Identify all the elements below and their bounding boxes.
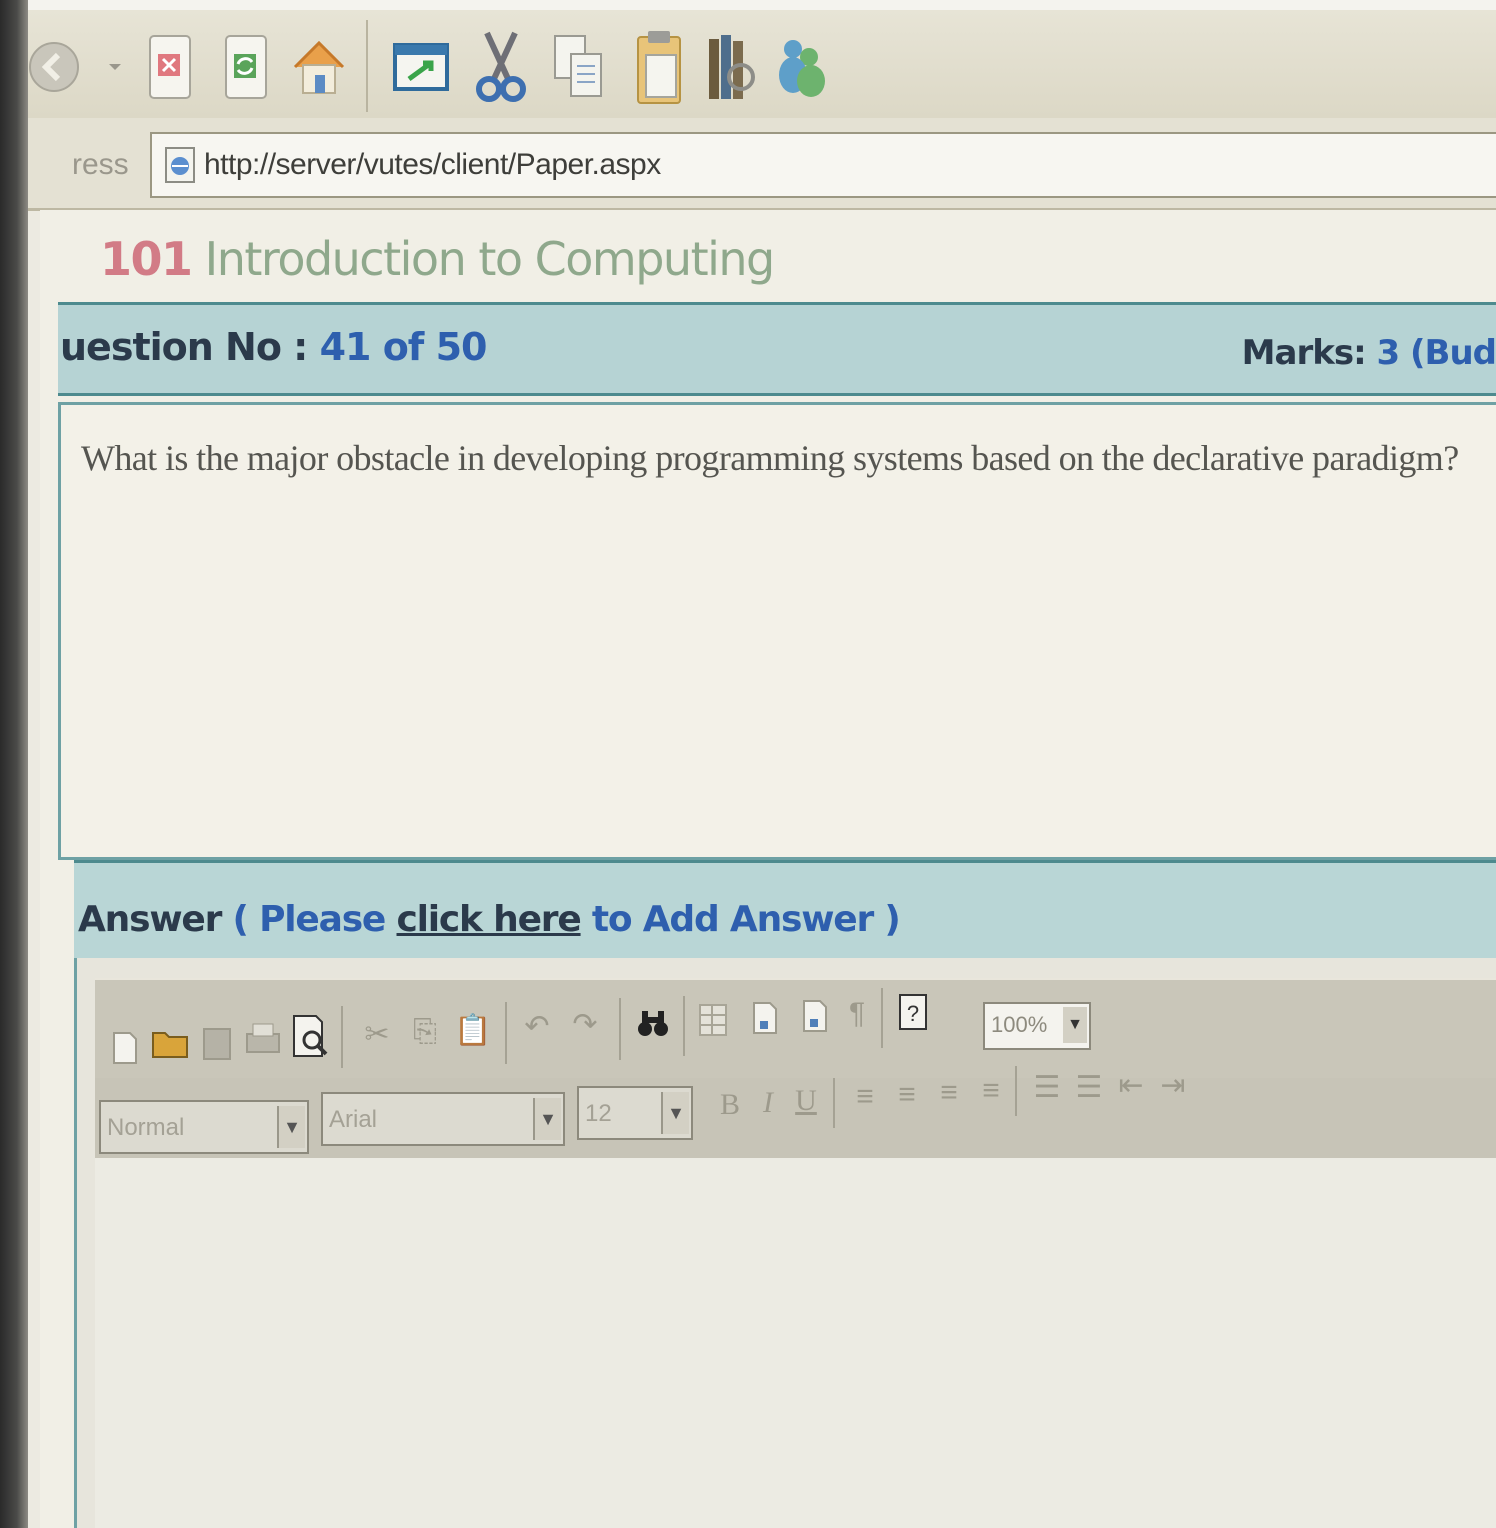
bulleted-list-icon[interactable]: ☰ xyxy=(1069,1064,1109,1110)
toolbar-separator xyxy=(505,1002,507,1064)
style-select[interactable]: Normal ▼ xyxy=(99,1100,309,1154)
open-folder-icon[interactable] xyxy=(149,1018,193,1066)
size-select[interactable]: 12 ▼ xyxy=(577,1086,693,1140)
undo-icon[interactable]: ↶ xyxy=(517,1004,557,1048)
editor-toolbar-standard: ✂ ⎘ 📋 ↶ ↷ ¶ ? 100% ▼ xyxy=(95,978,1496,1080)
size-select-value: 12 xyxy=(585,1100,612,1127)
answer-label-text: Answer xyxy=(78,899,222,940)
marks-label: Marks: 3 (Bud xyxy=(1242,333,1496,373)
library-icon[interactable] xyxy=(696,32,766,102)
toolbar-separator xyxy=(341,1006,343,1068)
answer-label: Answer ( Please click here to Add Answer… xyxy=(78,899,901,940)
print-icon[interactable] xyxy=(241,1016,285,1064)
course-title: 101 Introduction to Computing xyxy=(100,232,776,286)
editor-toolbar-format: Normal ▼ Arial ▼ 12 ▼ B I U ≡ ≡ ≡ ≡ ☰ ☰ … xyxy=(95,1066,1496,1158)
chevron-down-icon[interactable]: ▼ xyxy=(1063,1007,1087,1043)
italic-button[interactable]: I xyxy=(751,1080,785,1126)
question-header: uestion No : 41 of 50 Marks: 3 (Bud xyxy=(58,302,1496,396)
cut-icon[interactable] xyxy=(466,31,536,102)
back-icon[interactable] xyxy=(24,32,84,102)
font-select-value: Arial xyxy=(329,1106,378,1133)
chevron-down-icon[interactable]: ▼ xyxy=(277,1106,305,1148)
align-right-icon[interactable]: ≡ xyxy=(929,1070,969,1116)
find-icon[interactable] xyxy=(631,1000,675,1048)
insert-object-icon[interactable] xyxy=(795,992,835,1040)
redo-icon[interactable]: ↷ xyxy=(565,1002,605,1046)
toolbar-separator xyxy=(619,998,621,1060)
page-icon xyxy=(165,147,195,183)
answer-prompt-rest: to Add Answer ) xyxy=(580,899,901,940)
edit-page-icon[interactable] xyxy=(386,32,456,102)
copy-icon[interactable] xyxy=(544,32,614,102)
zoom-select[interactable]: 100% ▼ xyxy=(983,1002,1091,1050)
style-select-value: Normal xyxy=(107,1114,185,1141)
bold-button[interactable]: B xyxy=(713,1082,747,1128)
monitor-bezel xyxy=(0,0,28,1528)
save-icon[interactable] xyxy=(197,1020,237,1068)
browser-toolbar xyxy=(20,10,1496,120)
indent-icon[interactable]: ⇥ xyxy=(1153,1062,1193,1108)
home-icon[interactable] xyxy=(284,32,354,102)
marks-value: 3 (Bud xyxy=(1376,333,1496,373)
underline-button[interactable]: U xyxy=(789,1078,823,1124)
print-preview-icon[interactable] xyxy=(289,1010,333,1062)
top-strip xyxy=(0,0,1496,10)
chevron-down-icon[interactable]: ▼ xyxy=(533,1098,561,1140)
question-number: 41 of 50 xyxy=(319,325,488,369)
address-input[interactable]: http://server/vutes/client/Paper.aspx xyxy=(150,132,1496,198)
svg-text:?: ? xyxy=(907,1001,919,1026)
question-text-box: What is the major obstacle in developing… xyxy=(58,402,1496,860)
help-icon[interactable]: ? xyxy=(893,988,933,1038)
answer-editor: ✂ ⎘ 📋 ↶ ↷ ¶ ? 100% ▼ Normal ▼ Arial ▼ 12… xyxy=(74,958,1496,1528)
align-center-icon[interactable]: ≡ xyxy=(887,1072,927,1118)
toolbar-separator xyxy=(881,988,883,1048)
question-number-label: uestion No : 41 of 50 xyxy=(60,325,488,369)
question-text: What is the major obstacle in developing… xyxy=(81,438,1459,478)
course-name: Introduction to Computing xyxy=(204,232,776,286)
answer-header: Answer ( Please click here to Add Answer… xyxy=(74,860,1496,962)
toolbar-separator xyxy=(1015,1066,1017,1116)
numbered-list-icon[interactable]: ☰ xyxy=(1027,1064,1067,1110)
messenger-icon[interactable] xyxy=(766,32,836,102)
screen: ress http://server/vutes/client/Paper.as… xyxy=(0,0,1496,1528)
paste-icon[interactable]: 📋 xyxy=(453,1006,493,1054)
chevron-down-icon[interactable] xyxy=(100,32,130,102)
align-justify-icon[interactable]: ≡ xyxy=(971,1068,1011,1114)
add-answer-link[interactable]: click here xyxy=(397,899,582,940)
answer-text-area[interactable] xyxy=(95,1158,1496,1528)
outdent-icon[interactable]: ⇤ xyxy=(1111,1062,1151,1108)
exam-page: 101 Introduction to Computing uestion No… xyxy=(40,210,1496,1528)
chevron-down-icon[interactable]: ▼ xyxy=(661,1092,689,1134)
address-label: ress xyxy=(72,148,129,181)
insert-image-icon[interactable] xyxy=(745,994,785,1042)
answer-prompt-open: ( Please xyxy=(221,899,397,940)
refresh-icon[interactable] xyxy=(216,32,276,102)
copy-icon[interactable]: ⎘ xyxy=(405,1008,445,1056)
toolbar-separator xyxy=(833,1078,835,1128)
question-label-text: uestion No : xyxy=(60,325,320,369)
insert-table-icon[interactable] xyxy=(693,996,733,1044)
new-document-icon[interactable] xyxy=(103,1024,147,1072)
toolbar-separator xyxy=(683,996,685,1056)
paragraph-mark-icon[interactable]: ¶ xyxy=(839,990,875,1038)
marks-label-text: Marks: xyxy=(1241,333,1377,373)
address-url: http://server/vutes/client/Paper.aspx xyxy=(204,148,661,181)
stop-icon[interactable] xyxy=(140,32,200,102)
align-left-icon[interactable]: ≡ xyxy=(845,1074,885,1120)
font-select[interactable]: Arial ▼ xyxy=(321,1092,565,1146)
course-code: 101 xyxy=(100,232,193,286)
cut-icon[interactable]: ✂ xyxy=(357,1010,397,1058)
zoom-value: 100% xyxy=(991,1012,1048,1037)
paste-icon[interactable] xyxy=(624,31,694,104)
address-bar-row: ress http://server/vutes/client/Paper.as… xyxy=(20,118,1496,211)
toolbar-separator xyxy=(366,20,368,112)
